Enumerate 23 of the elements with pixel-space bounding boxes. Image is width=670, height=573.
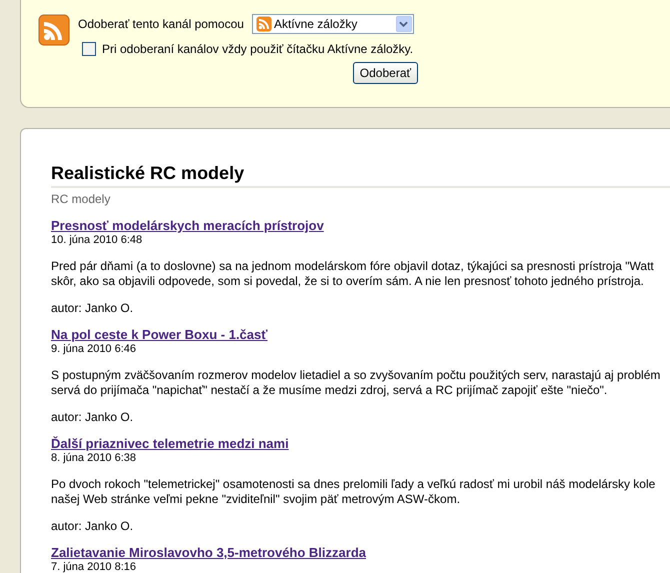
entry-date: 7. júna 2010 8:16 (51, 561, 138, 573)
feed-icon (38, 14, 70, 46)
entry-date: 8. júna 2010 6:38 (51, 452, 138, 464)
entry-title-link[interactable]: Ďalší priaznivec telemetrie medzi nami (51, 436, 289, 451)
entry-date: 9. júna 2010 6:46 (51, 343, 138, 355)
checkbox[interactable] (82, 42, 96, 56)
entry-text: S postupným zväčšovaním rozmerov modelov lietadiel a so zvyšovaním počtu použitých serv, narastajú aj problém servá do prijímača "napichať" nestačí a že musíme medzi zdroj, servá a RC prijímač zapojiť ešte "niečo". (51, 368, 662, 398)
checkbox-label: Pri odoberaní kanálov vždy použiť čítačku Aktívne záložky. (102, 42, 414, 56)
entry-text: Po dvoch rokoch "telemetrickej" osamotenosti sa dnes prelomili ľady a veľkú radosť mi urobil náš modelársky kole našej Web stránke veľmi pekne "zviditeľnil" svojim päť metrovým ASW-čkom. (51, 477, 656, 507)
entry-date: 10. júna 2010 6:48 (51, 234, 144, 246)
entry-text: Pred pár dňami (a to doslovne) sa na jednom modelárskom fóre objavil dotaz, týkajúci sa presnosti prístroja "Watt skôr, ako sa objavili odpovede, som si povedal, že si to overím sám. A nie len presnosť tohoto jedného prístroja. (51, 259, 655, 289)
feed-title: Realistické RC modely (51, 163, 670, 188)
feed-subtitle: RC modely (51, 192, 112, 206)
feed-icon (256, 16, 272, 32)
entry-title-link[interactable]: Na pol ceste k Power Boxu - 1.časť (51, 327, 268, 342)
reader-dropdown[interactable]: Aktívne záložky (252, 14, 414, 34)
entry-author: autor: Janko O. (51, 301, 134, 315)
entry-title-link[interactable]: Zalietavanie Miroslavovho 3,5-metrového Blizzarda (51, 545, 366, 560)
subscribe-button[interactable]: Odoberať (352, 62, 418, 84)
subscribe-label: Odoberať tento kanál pomocou (78, 17, 244, 31)
entry-author: autor: Janko O. (51, 519, 134, 533)
entry-title-link[interactable]: Presnosť modelárskych meracích prístrojov (51, 218, 324, 233)
entry-author: autor: Janko O. (51, 410, 134, 424)
